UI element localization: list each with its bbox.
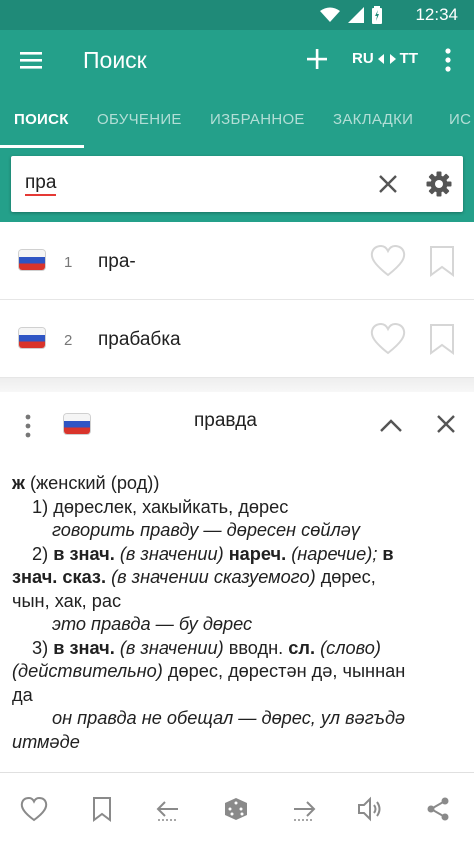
app-bar: Поиск RU TT xyxy=(0,30,474,92)
definition-line: 1) дөреслек, хакыйкать, дөрес xyxy=(12,496,464,520)
forward-arrow-icon[interactable] xyxy=(290,796,318,822)
tab-bookmarks[interactable]: ЗАКЛАДКИ xyxy=(333,111,413,128)
entry-header: правда xyxy=(0,392,474,458)
entry-headword: правда xyxy=(194,410,257,431)
chevron-up-icon[interactable] xyxy=(378,416,404,434)
definition-segment: итмәде xyxy=(12,731,80,752)
definition-segment: (действительно) xyxy=(12,661,163,681)
definition-segment: чын, хак, рас xyxy=(12,590,122,611)
battery-icon xyxy=(372,6,382,24)
tab-bar: ПОИСК ОБУЧЕНИЕ ИЗБРАННОЕ ЗАКЛАДКИ ИС xyxy=(0,92,474,148)
status-bar: 12:34 xyxy=(0,0,474,30)
wifi-icon xyxy=(320,7,340,23)
status-time: 12:34 xyxy=(415,5,458,24)
russian-flag-icon xyxy=(64,414,90,434)
tab-search[interactable]: ПОИСК xyxy=(14,111,69,128)
share-icon[interactable] xyxy=(424,796,452,822)
definition-line: 2) в знач. (в значении) нареч. (наречие)… xyxy=(12,543,464,567)
definition-segment: ж xyxy=(12,473,25,493)
bookmark-icon[interactable] xyxy=(428,245,456,277)
lang-from: RU xyxy=(352,50,374,67)
list-item[interactable]: 2 прабабка xyxy=(0,300,474,378)
russian-flag-icon xyxy=(19,328,45,348)
result-word: прабабка xyxy=(98,329,181,350)
bookmark-icon[interactable] xyxy=(428,323,456,355)
russian-flag-icon xyxy=(19,250,45,270)
add-icon[interactable] xyxy=(304,46,330,72)
definition-segment: 2) xyxy=(32,543,54,564)
definition-segment: в xyxy=(382,543,394,564)
tab-learning[interactable]: ОБУЧЕНИЕ xyxy=(97,111,182,128)
swap-arrows-icon xyxy=(377,53,396,65)
definition-segment: знач. сказ. xyxy=(12,567,107,587)
list-item[interactable]: 1 пра- xyxy=(0,222,474,300)
heart-icon[interactable] xyxy=(20,796,48,822)
section-divider xyxy=(0,378,474,392)
search-box: пра xyxy=(11,156,463,212)
definition-segment: да xyxy=(12,684,33,705)
dice-icon[interactable] xyxy=(222,796,250,822)
definition-segment: в знач. xyxy=(53,637,115,658)
definition-line: да xyxy=(12,684,464,708)
signal-icon xyxy=(348,7,364,23)
page-title: Поиск xyxy=(83,47,147,73)
status-icons xyxy=(320,6,382,24)
lang-to: TT xyxy=(399,50,418,67)
search-area: пра xyxy=(0,148,474,222)
definition-line: ж (женский (род)) xyxy=(12,472,464,496)
definition-segment: 1) дөреслек, хакыйкать, дөрес xyxy=(32,496,289,517)
entry-card: правда ж (женский (род)) 1) дөреслек, хак… xyxy=(0,392,474,772)
definition-segment: он правда не обещал — дөрес, ул вәгъдә xyxy=(52,708,406,728)
definition-segment: сл. xyxy=(288,637,316,658)
definition-line: он правда не обещал — дөрес, ул вәгъдә xyxy=(12,707,464,731)
menu-icon[interactable] xyxy=(20,48,44,72)
definition-line: это правда — бу дөрес xyxy=(12,613,464,637)
definition-line: знач. сказ. (в значении сказуемого) дөре… xyxy=(12,566,464,590)
language-switch[interactable]: RU TT xyxy=(352,50,418,67)
favorite-heart-icon[interactable] xyxy=(370,244,406,278)
definition-line: (действительно) дөрес, дөрестән дә, чынн… xyxy=(12,660,464,684)
definition-segment: (в значении сказуемого) xyxy=(106,567,321,587)
definition-segment: вводн. xyxy=(228,637,289,658)
definition-segment: нареч. xyxy=(228,543,287,564)
bookmark-icon[interactable] xyxy=(88,796,116,822)
definition-segment: это правда — бу дөрес xyxy=(52,614,253,634)
close-icon[interactable] xyxy=(436,414,456,434)
result-number: 1 xyxy=(64,254,73,271)
result-number: 2 xyxy=(64,332,73,349)
definition-segment: (наречие); xyxy=(286,543,383,564)
clear-icon[interactable] xyxy=(377,173,399,195)
settings-gear-icon[interactable] xyxy=(425,170,453,198)
bottom-toolbar xyxy=(0,772,474,842)
definition-line: чын, хак, рас xyxy=(12,590,464,614)
definition-line: 3) в знач. (в значении) вводн. сл. (слов… xyxy=(12,637,464,661)
definition-segment: 3) xyxy=(32,637,54,658)
definition-line: итмәде xyxy=(12,731,464,755)
definition-segment: (в значении) xyxy=(114,543,229,564)
definition-segment: (слово) xyxy=(315,637,381,658)
speaker-icon[interactable] xyxy=(356,796,384,822)
definition-segment: дөрес, дөрестән дә, чыннан xyxy=(162,661,406,681)
definition-segment: дөрес, xyxy=(320,567,376,587)
tab-history[interactable]: ИС xyxy=(449,111,471,128)
result-word: пра- xyxy=(98,251,136,272)
definition-line: говорить правду — дөресен сөйләү xyxy=(12,519,464,543)
entry-definition: ж (женский (род)) 1) дөреслек, хакыйкать,… xyxy=(12,472,464,754)
definition-segment: говорить правду — дөресен сөйләү xyxy=(52,520,360,540)
back-arrow-icon[interactable] xyxy=(154,796,182,822)
search-input[interactable]: пра xyxy=(25,173,57,196)
definition-segment: (в значении) xyxy=(114,637,229,658)
tab-favorites[interactable]: ИЗБРАННОЕ xyxy=(210,111,305,128)
favorite-heart-icon[interactable] xyxy=(370,322,406,356)
definition-segment: (женский (род)) xyxy=(24,473,160,493)
more-vert-icon[interactable] xyxy=(22,414,34,438)
definition-segment: в знач. xyxy=(53,543,115,564)
more-vert-icon[interactable] xyxy=(440,47,456,73)
